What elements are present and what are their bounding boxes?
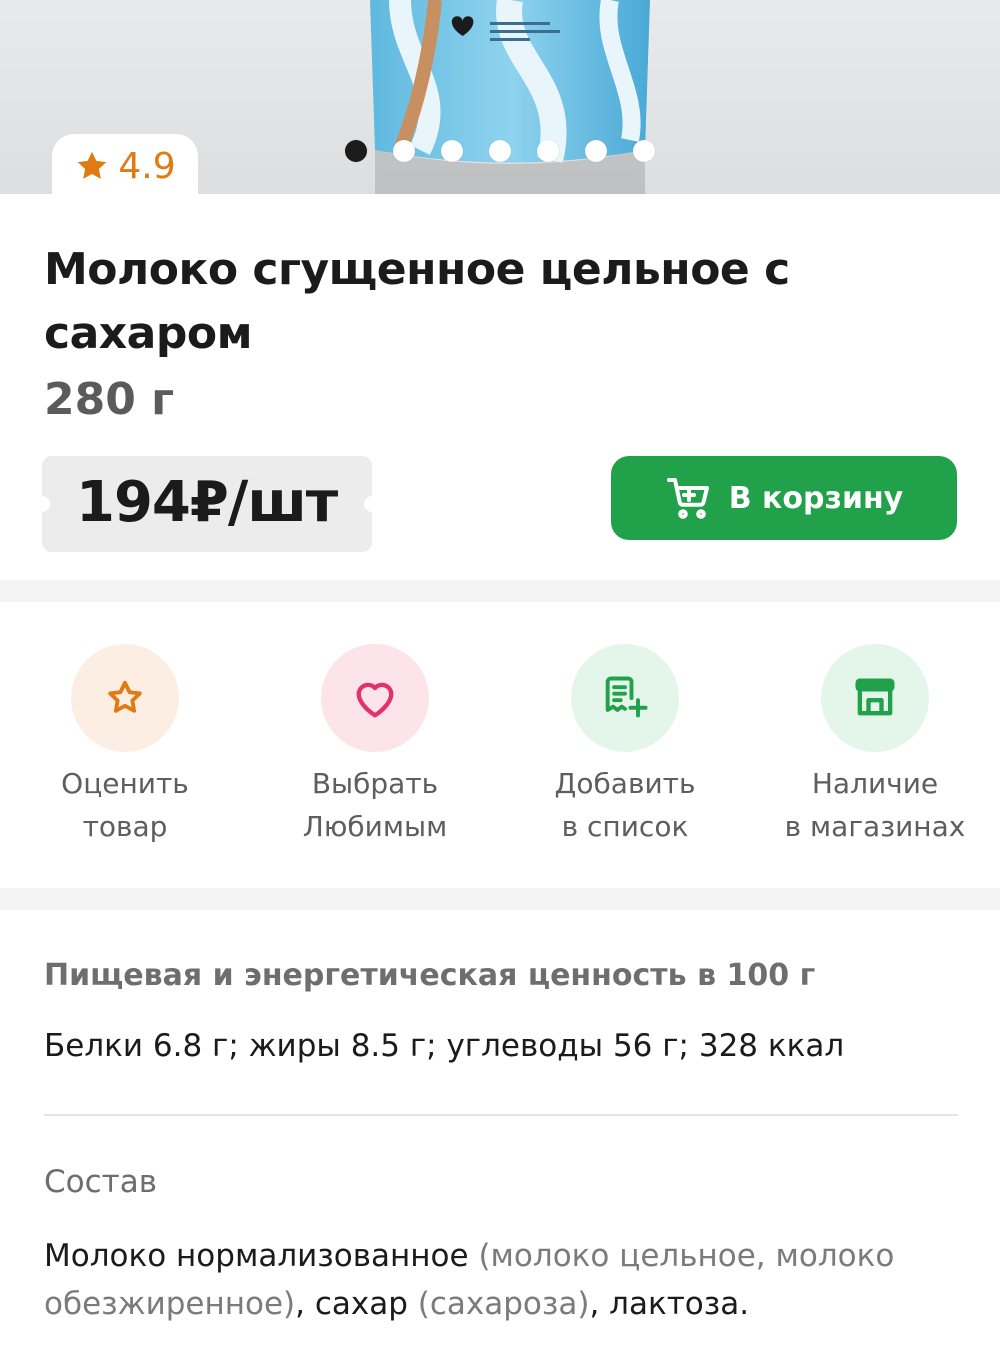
carousel-dot[interactable] [537,140,559,162]
store-availability-label: Наличие в магазинах [784,767,966,843]
product-package-image [370,0,650,194]
product-weight: 280 г [44,374,175,425]
rate-product-button[interactable]: Оценить товар [0,644,250,848]
composition-heading: Состав [44,1164,157,1200]
nutrition-heading: Пищевая и энергетическая ценность в 100 … [44,958,816,993]
carousel-dot[interactable] [441,140,463,162]
store-icon-circle [821,644,929,752]
rate-product-label: Оценить товар [61,767,189,843]
section-divider [0,580,1000,602]
choose-favorite-button[interactable]: Выбрать Любимым [250,644,500,848]
carousel-dots[interactable] [345,140,655,162]
composition-part: (сахароза) [417,1286,590,1322]
carousel-dot[interactable] [489,140,511,162]
store-availability-button[interactable]: Наличие в магазинах [750,644,1000,848]
divider-line [44,1114,958,1116]
composition-text: Молоко нормализованное (молоко цельное, … [44,1232,964,1328]
star-outline-icon [108,680,142,713]
price-value: 194₽/шт [76,470,338,535]
carousel-dot[interactable] [393,140,415,162]
choose-favorite-label: Выбрать Любимым [302,767,448,843]
section-divider [0,888,1000,910]
add-to-list-label: Добавить в список [554,767,696,843]
carousel-dot[interactable] [633,140,655,162]
star-icon [78,151,107,179]
rating-value: 4.9 [118,145,176,187]
add-to-cart-label: В корзину [728,480,904,516]
composition-part: , сахар [295,1286,418,1322]
nutrition-value: Белки 6.8 г; жиры 8.5 г; углеводы 56 г; … [44,1028,845,1064]
product-title: Молоко сгущенное цельное с сахаром [44,244,790,359]
list-icon-circle [571,644,679,752]
add-to-list-button[interactable]: Добавить в список [500,644,750,848]
carousel-dot[interactable] [585,140,607,162]
composition-part: , лактоза. [589,1286,750,1322]
composition-part: Молоко нормализованное [44,1238,479,1274]
cart-icon [666,478,709,519]
list-add-icon [605,676,648,718]
rating-badge: 4.9 [52,134,198,198]
heart-icon [356,682,394,718]
favorite-icon-circle [321,644,429,752]
add-to-cart-button[interactable]: В корзину [611,456,957,540]
price-tag: 194₽/шт [34,456,380,552]
carousel-dot[interactable] [345,140,367,162]
rate-icon-circle [71,644,179,752]
store-icon [855,678,895,716]
